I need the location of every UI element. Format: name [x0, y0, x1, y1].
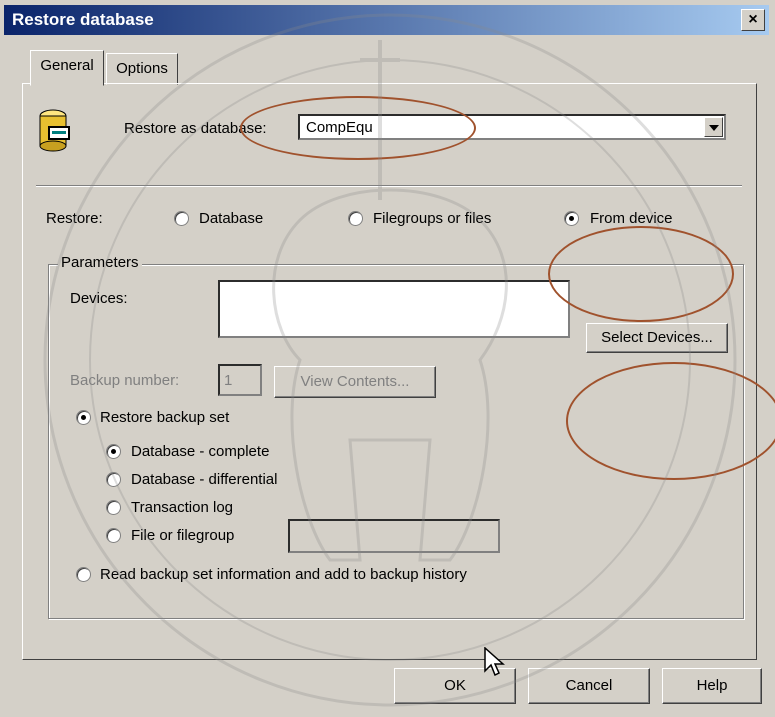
radio-restore-backup-set[interactable]: [76, 410, 91, 425]
cancel-button[interactable]: Cancel: [528, 668, 650, 704]
radio-restore-from-device-label: From device: [590, 210, 673, 227]
database-icon: [39, 109, 70, 152]
parameters-legend: Parameters: [58, 254, 142, 271]
restore-database-dialog: Restore database × General Options Resto…: [0, 0, 775, 717]
mouse-pointer-icon: [484, 647, 505, 677]
radio-database-complete[interactable]: [106, 444, 121, 459]
separator: [36, 185, 742, 187]
tab-options-label: Options: [116, 60, 168, 77]
close-button[interactable]: ×: [741, 9, 765, 31]
backup-number-field[interactable]: 1: [218, 364, 262, 396]
radio-restore-database[interactable]: [174, 211, 189, 226]
filegroup-field[interactable]: [288, 519, 500, 553]
radio-restore-from-device[interactable]: [564, 211, 579, 226]
devices-listbox[interactable]: [218, 280, 570, 338]
restore-as-database-value: CompEqu: [306, 119, 373, 136]
tab-general[interactable]: General: [30, 50, 104, 86]
select-devices-button[interactable]: Select Devices...: [586, 323, 728, 353]
restore-as-database-combo[interactable]: CompEqu: [298, 114, 726, 140]
radio-restore-backup-set-label: Restore backup set: [100, 409, 230, 426]
radio-read-backup-info-label: Read backup set information and add to b…: [100, 566, 467, 583]
radio-transaction-log-label: Transaction log: [131, 499, 233, 516]
radio-file-or-filegroup[interactable]: [106, 528, 121, 543]
tab-options[interactable]: Options: [106, 53, 178, 85]
window-title: Restore database: [12, 10, 154, 29]
radio-database-complete-label: Database - complete: [131, 443, 270, 460]
radio-restore-filegroups[interactable]: [348, 211, 363, 226]
radio-transaction-log[interactable]: [106, 500, 121, 515]
backup-number-label: Backup number:: [70, 372, 180, 389]
help-button[interactable]: Help: [662, 668, 762, 704]
devices-label: Devices:: [70, 290, 128, 307]
radio-file-or-filegroup-label: File or filegroup: [131, 527, 235, 544]
radio-restore-filegroups-label: Filegroups or files: [373, 210, 492, 227]
view-contents-button[interactable]: View Contents...: [274, 366, 436, 398]
radio-read-backup-info[interactable]: [76, 567, 91, 582]
chevron-down-icon[interactable]: [704, 117, 723, 137]
radio-restore-database-label: Database: [199, 210, 264, 227]
title-bar[interactable]: Restore database ×: [4, 5, 769, 35]
radio-database-differential[interactable]: [106, 472, 121, 487]
restore-label: Restore:: [46, 210, 103, 227]
tab-general-label: General: [40, 57, 94, 74]
radio-database-differential-label: Database - differential: [131, 471, 278, 488]
backup-number-value: 1: [224, 372, 233, 389]
restore-as-database-label: Restore as database:: [124, 120, 267, 137]
